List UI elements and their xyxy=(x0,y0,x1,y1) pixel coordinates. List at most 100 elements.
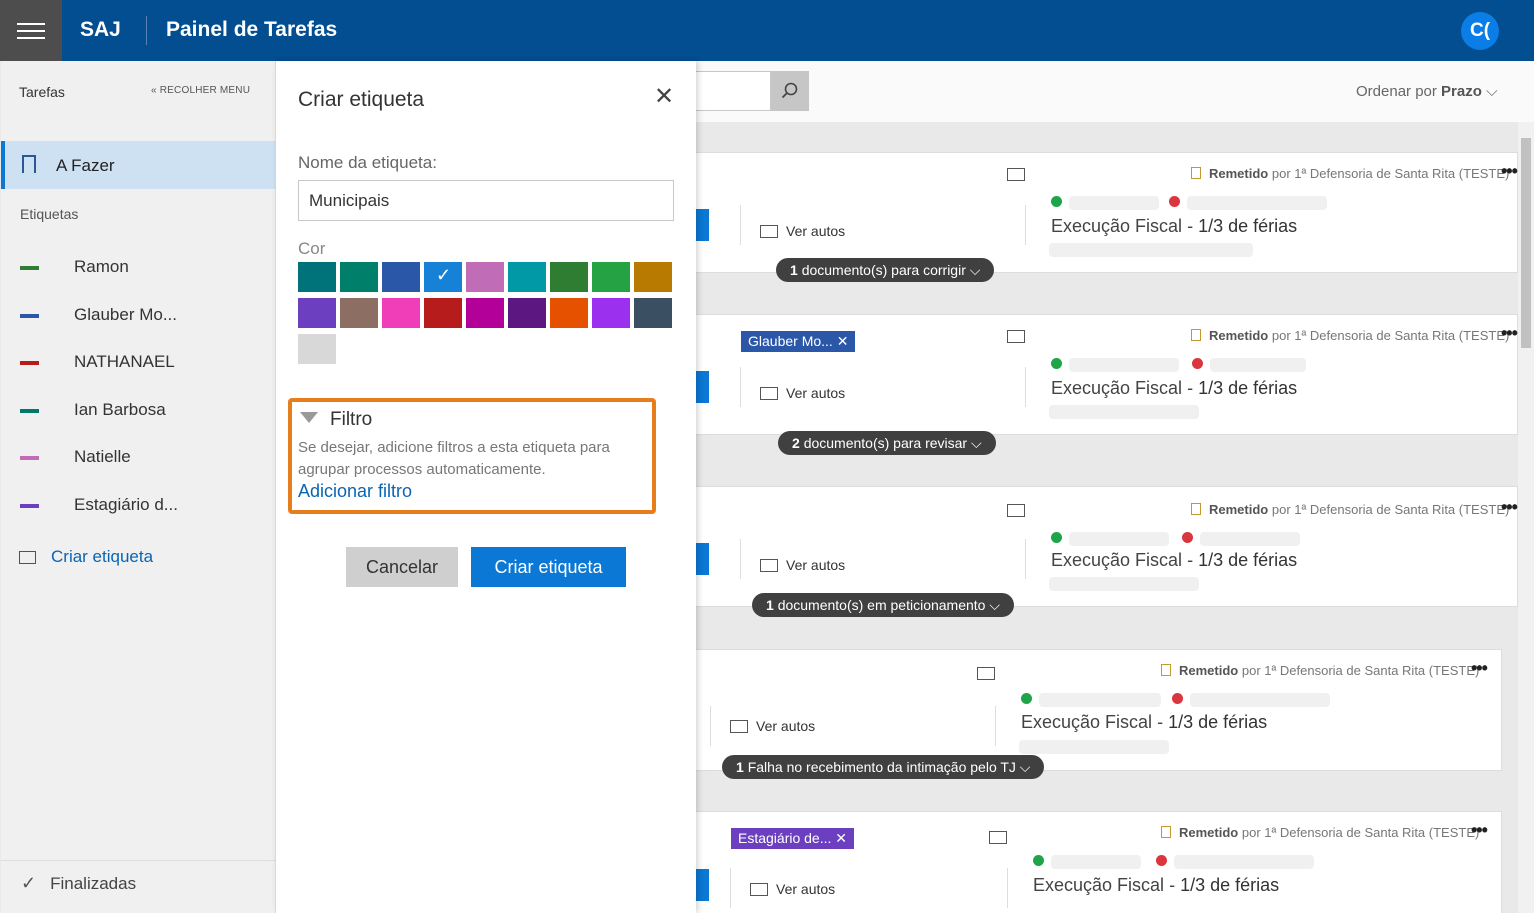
color-swatch[interactable] xyxy=(424,298,462,328)
task-card[interactable]: Ver autos Remetido por 1ª Defensoria de … xyxy=(696,152,1518,273)
create-tag-label: Criar etiqueta xyxy=(51,547,154,566)
more-options-icon[interactable]: ••• xyxy=(1501,161,1518,182)
color-swatch[interactable]: ✓ xyxy=(423,261,463,293)
view-case-link[interactable]: Ver autos xyxy=(760,557,845,573)
close-icon[interactable]: ✕ xyxy=(654,82,674,111)
color-swatch[interactable] xyxy=(466,298,504,328)
status-origin: por 1ª Defensoria de Santa Rita (TESTE) xyxy=(1271,166,1510,181)
create-tag-button[interactable]: Criar etiqueta xyxy=(471,547,626,587)
view-case-link[interactable]: Ver autos xyxy=(760,385,845,401)
case-class-label: Execução Fiscal xyxy=(1033,875,1165,895)
more-options-icon[interactable]: ••• xyxy=(1471,820,1488,841)
color-swatch[interactable] xyxy=(298,298,336,328)
view-case-link[interactable]: Ver autos xyxy=(730,718,815,734)
redacted-text xyxy=(1019,740,1169,754)
color-swatch[interactable] xyxy=(466,262,504,292)
view-case-link[interactable]: Ver autos xyxy=(760,223,845,239)
redacted-text xyxy=(1069,532,1169,546)
divider xyxy=(1025,367,1026,407)
color-swatch[interactable] xyxy=(340,262,378,292)
tag-name-input[interactable] xyxy=(298,180,674,221)
case-class-label: Execução Fiscal xyxy=(1051,550,1183,570)
sidebar-tag-item[interactable]: NATHANAEL xyxy=(1,343,276,383)
redacted-text xyxy=(1210,358,1306,372)
tag-color-indicator xyxy=(20,504,39,508)
sidebar-tag-item[interactable]: Ian Barbosa xyxy=(1,391,276,431)
status-origin: por 1ª Defensoria de Santa Rita (TESTE) xyxy=(1241,825,1480,840)
pending-documents-pill[interactable]: 1 Falha no recebimento da intimação pelo… xyxy=(722,755,1045,779)
color-swatch[interactable] xyxy=(634,262,672,292)
action-button[interactable] xyxy=(696,543,709,575)
color-swatch[interactable] xyxy=(340,298,378,328)
view-case-link[interactable]: Ver autos xyxy=(750,881,835,897)
pill-label: documento(s) em peticionamento xyxy=(777,597,986,613)
tag-color-indicator xyxy=(20,266,39,270)
add-tag-icon[interactable] xyxy=(1007,330,1025,343)
search-button[interactable] xyxy=(771,71,809,111)
color-swatch[interactable] xyxy=(298,334,336,364)
redacted-text xyxy=(1049,577,1199,591)
sidebar-tag-item[interactable]: Glauber Mo... xyxy=(1,296,276,336)
redacted-text xyxy=(1049,243,1253,257)
pending-documents-pill[interactable]: 1 documento(s) para corrigir ⌵ xyxy=(776,258,995,282)
tag-chip[interactable]: Estagiário de... ✕ xyxy=(731,828,855,849)
sidebar-tag-label: Natielle xyxy=(74,447,131,466)
pill-label: Falha no recebimento da intimação pelo T… xyxy=(747,759,1016,775)
task-card[interactable]: Estagiário de... ✕ Ver autos Remetido po… xyxy=(696,811,1502,913)
color-swatch[interactable] xyxy=(592,298,630,328)
sidebar-item-finalizadas[interactable]: ✓ Finalizadas xyxy=(21,873,136,894)
color-swatch[interactable] xyxy=(634,298,672,328)
color-swatch[interactable] xyxy=(382,262,420,292)
sidebar-tag-label: Estagiário d... xyxy=(74,495,178,514)
scrollbar[interactable] xyxy=(1518,122,1534,913)
search-input[interactable] xyxy=(696,71,771,111)
cancel-button[interactable]: Cancelar xyxy=(346,547,458,587)
color-swatch[interactable] xyxy=(550,262,588,292)
sidebar-tag-item[interactable]: Estagiário d... xyxy=(1,486,276,526)
pending-documents-pill[interactable]: 1 documento(s) em peticionamento ⌵ xyxy=(752,593,1014,617)
color-swatch[interactable] xyxy=(508,298,546,328)
pill-count: 1 xyxy=(766,597,774,613)
search-icon xyxy=(781,82,798,99)
tag-chip[interactable]: Glauber Mo... ✕ xyxy=(741,331,856,352)
more-options-icon[interactable]: ••• xyxy=(1501,497,1518,518)
color-swatch[interactable] xyxy=(382,298,420,328)
more-options-icon[interactable]: ••• xyxy=(1471,658,1488,679)
add-tag-icon[interactable] xyxy=(1007,168,1025,181)
sidebar-tag-item[interactable]: Ramon xyxy=(1,248,276,288)
color-swatch[interactable] xyxy=(550,298,588,328)
menu-icon[interactable] xyxy=(0,0,62,61)
status-remetido: Remetido por 1ª Defensoria de Santa Rita… xyxy=(1191,166,1509,181)
task-card[interactable]: Ver autos Remetido por 1ª Defensoria de … xyxy=(696,486,1518,607)
color-swatch[interactable] xyxy=(592,262,630,292)
scrollbar-thumb[interactable] xyxy=(1521,138,1531,348)
case-class: Execução Fiscal - 1/3 de férias xyxy=(1033,875,1280,895)
add-tag-icon[interactable] xyxy=(1007,504,1025,517)
plus-icon xyxy=(1021,693,1032,704)
pending-documents-pill[interactable]: 2 documento(s) para revisar ⌵ xyxy=(778,431,996,455)
minus-icon xyxy=(1169,196,1180,207)
sidebar-tag-item[interactable]: Natielle xyxy=(1,438,276,478)
action-button[interactable] xyxy=(696,869,709,901)
pill-label: documento(s) para corrigir xyxy=(801,262,966,278)
task-card[interactable]: Glauber Mo... ✕ Ver autos Remetido por 1… xyxy=(696,314,1518,435)
collapse-menu-button[interactable]: « RECOLHER MENU xyxy=(151,85,250,96)
add-tag-icon[interactable] xyxy=(989,831,1007,844)
sort-dropdown[interactable]: Ordenar por Prazo ⌵ xyxy=(1356,83,1497,100)
more-options-icon[interactable]: ••• xyxy=(1501,323,1518,344)
folder-icon xyxy=(760,559,778,572)
tag-name-label: Nome da etiqueta: xyxy=(298,153,437,172)
create-tag-link[interactable]: Criar etiqueta xyxy=(19,547,153,567)
color-swatch[interactable] xyxy=(298,262,336,292)
task-card[interactable]: Ver autos Remetido por 1ª Defensoria de … xyxy=(696,649,1502,771)
chevron-down-icon: ⌵ xyxy=(1486,83,1498,100)
sidebar-item-a-fazer[interactable]: A Fazer xyxy=(1,141,276,189)
action-button[interactable] xyxy=(696,371,709,403)
avatar[interactable]: C( xyxy=(1461,12,1499,50)
status-origin: por 1ª Defensoria de Santa Rita (TESTE) xyxy=(1271,328,1510,343)
action-button[interactable] xyxy=(696,209,709,241)
add-tag-icon[interactable] xyxy=(977,667,995,680)
add-filter-link[interactable]: Adicionar filtro xyxy=(298,481,412,502)
redacted-text xyxy=(1187,196,1327,210)
color-swatch[interactable] xyxy=(508,262,546,292)
